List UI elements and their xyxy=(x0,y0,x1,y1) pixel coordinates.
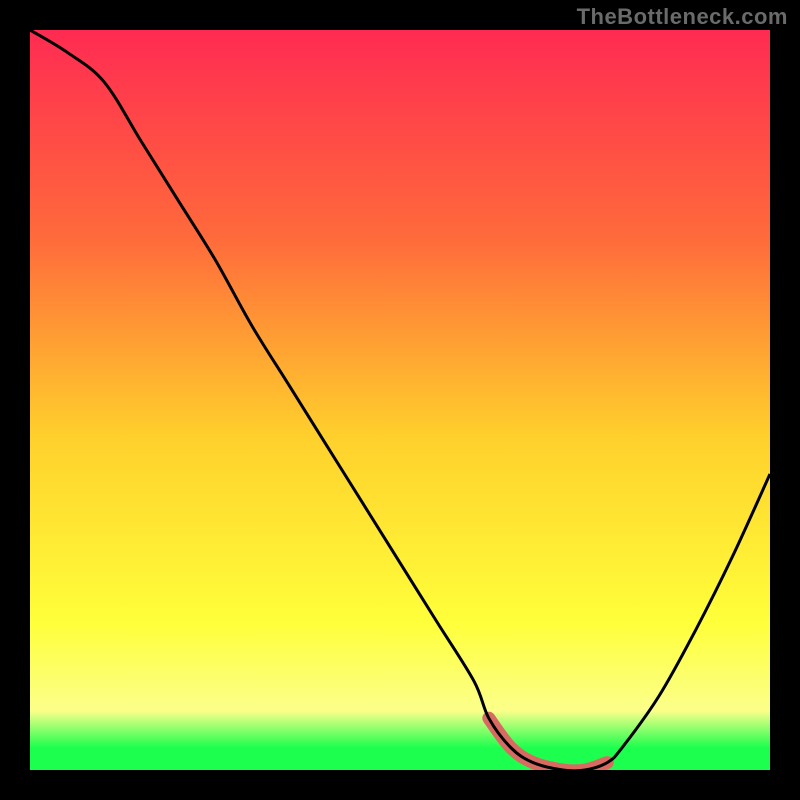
watermark-text: TheBottleneck.com xyxy=(577,4,788,30)
chart-frame: TheBottleneck.com xyxy=(0,0,800,800)
plot-area xyxy=(30,30,770,770)
chart-svg xyxy=(30,30,770,770)
